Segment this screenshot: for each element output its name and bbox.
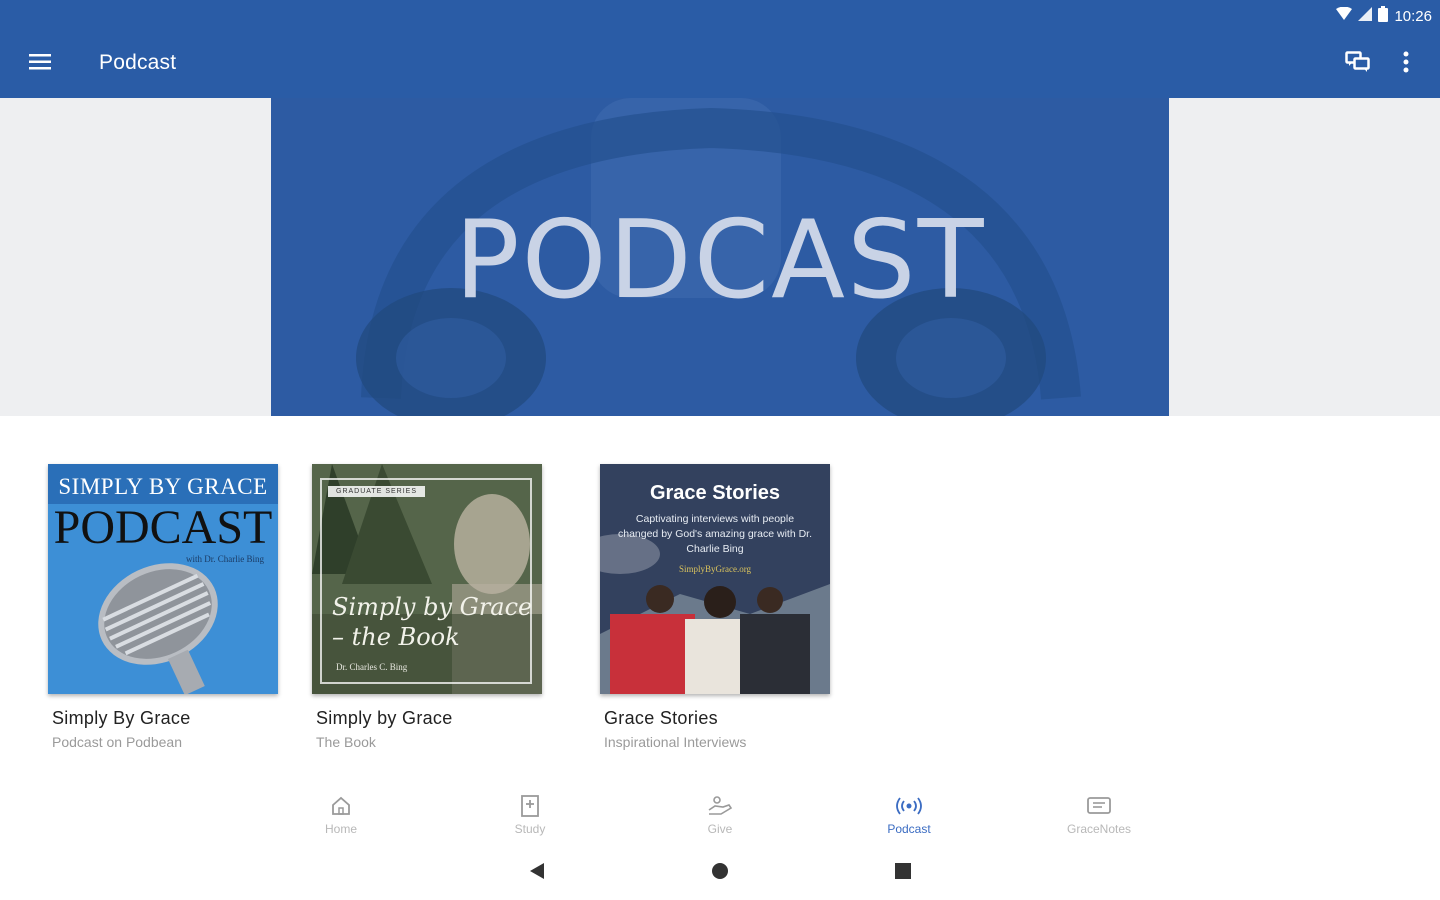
chat-button[interactable] [1340,46,1376,82]
menu-button[interactable] [22,46,58,82]
podcast-icon [849,792,969,820]
podcast-card-simply-by-grace[interactable]: SIMPLY BY GRACE PODCAST with Dr. Charlie… [48,464,280,750]
artwork-heading: Grace Stories [649,482,781,504]
nav-label: GraceNotes [1066,822,1132,836]
nav-label: Podcast [887,822,931,836]
artwork-frame [320,478,532,684]
artwork-description: Captivating interviews with people chang… [617,513,813,555]
banner-title: PODCAST [454,198,986,323]
artwork-tag: GRADUATE SERIES [328,486,425,497]
nav-label: Home [324,822,357,836]
notes-icon [1039,792,1159,820]
nav-give[interactable]: Give [660,792,780,836]
app-bar: Podcast [0,30,1440,98]
nav-gracenotes[interactable]: GraceNotes [1039,792,1159,836]
give-icon [660,792,780,820]
back-icon [528,862,546,885]
card-subtitle: Podcast on Podbean [52,734,182,750]
podcast-card-simply-by-grace-book[interactable]: GRADUATE SERIES Simply by Grace – the Bo… [312,464,544,750]
wifi-icon [1336,6,1353,25]
signal-icon [1358,7,1373,25]
microphone-icon [98,563,218,694]
status-bar: 10:26 [0,0,1440,30]
podcast-artwork: GRADUATE SERIES Simply by Grace – the Bo… [312,464,542,694]
podcast-banner: PODCAST [271,98,1169,416]
square-icon [894,862,912,885]
nav-study[interactable]: Study [470,792,590,836]
artwork-author: Dr. Charles C. Bing [336,662,408,672]
card-subtitle: Inspirational Interviews [604,734,747,750]
nav-podcast[interactable]: Podcast [849,792,969,836]
podcast-grid: SIMPLY BY GRACE PODCAST with Dr. Charlie… [0,416,1440,776]
card-title: Simply by Grace [316,708,453,728]
battery-icon [1378,6,1389,26]
back-button[interactable] [522,860,552,886]
status-icons: 10:26 [1336,6,1432,26]
podcast-card-grace-stories[interactable]: Grace Stories Captivating interviews wit… [600,464,832,750]
nav-label: Give [707,822,733,836]
system-navigation [0,846,1440,900]
book-icon [470,792,590,820]
more-vert-icon [1403,51,1409,78]
home-button[interactable] [705,860,735,886]
artwork-site: SimplyByGrace.org [678,564,752,574]
card-title: Simply By Grace [52,708,191,728]
more-options-button[interactable] [1390,46,1422,82]
card-subtitle: The Book [316,734,376,750]
podcast-artwork: SIMPLY BY GRACE PODCAST with Dr. Charlie… [48,464,278,694]
chat-icon [1345,50,1371,78]
page-title: Podcast [99,51,177,74]
nav-label: Study [514,822,546,836]
podcast-artwork: Grace Stories Captivating interviews wit… [600,464,830,694]
home-icon [281,792,401,820]
banner-area: PODCAST [0,98,1440,416]
status-time: 10:26 [1394,7,1432,25]
circle-icon [711,862,729,885]
recents-button[interactable] [888,860,918,886]
nav-home[interactable]: Home [281,792,401,836]
bottom-navigation: Home Study Give Podcast GraceNotes [0,776,1440,846]
hamburger-icon [29,53,51,76]
card-title: Grace Stories [604,708,718,728]
artwork-script-title: Simply by Grace – the Book [332,593,533,651]
